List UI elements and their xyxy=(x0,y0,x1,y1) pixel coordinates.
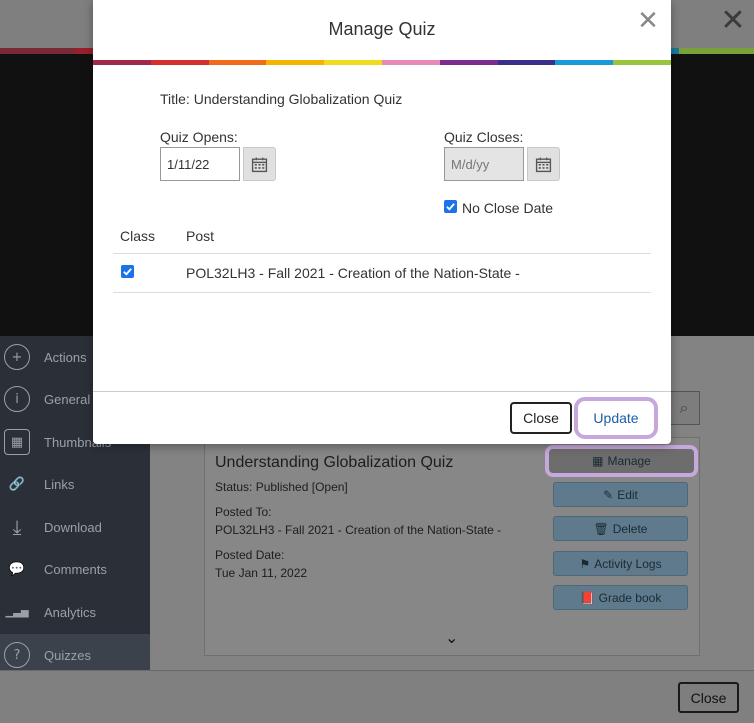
no-close-date-label: No Close Date xyxy=(462,200,554,216)
status-label: Status: xyxy=(215,480,253,494)
sidebar-item-label: Links xyxy=(44,476,75,492)
posted-to-label: Posted To: xyxy=(215,505,272,519)
analytics-icon: ▁▃▅ xyxy=(5,606,29,618)
footer-close-button[interactable]: Close xyxy=(678,682,739,713)
info-icon: i xyxy=(4,386,30,412)
posted-date-label: Posted Date: xyxy=(215,548,285,562)
edit-icon: ✎ xyxy=(603,487,614,502)
stripe-segment xyxy=(555,60,614,65)
close-button[interactable]: Close xyxy=(510,402,572,434)
grade-book-button[interactable]: 📕 Grade book xyxy=(553,585,688,610)
close-icon[interactable]: ✕ xyxy=(634,7,662,35)
plus-icon: + xyxy=(4,344,30,370)
sidebar-item-comments[interactable]: 💬 Comments xyxy=(0,548,150,590)
sidebar-item-label: Download xyxy=(44,519,102,535)
flag-icon: ⚑ xyxy=(579,556,591,571)
stripe-segment xyxy=(439,60,498,65)
quiz-title: Title: Understanding Globalization Quiz xyxy=(160,91,403,107)
stripe-segment xyxy=(497,60,556,65)
comments-icon: 💬 xyxy=(8,561,26,577)
edit-button[interactable]: ✎ Edit xyxy=(553,482,688,507)
delete-button[interactable]: 🗑 Delete xyxy=(553,516,688,541)
thumbnails-icon: ▦ xyxy=(4,429,30,455)
chevron-down-icon[interactable]: ⌄ xyxy=(445,628,458,647)
column-header-class: Class xyxy=(120,228,156,244)
manage-quiz-modal: Manage Quiz ✕ Title: Understanding Globa… xyxy=(93,0,671,444)
calendar-icon: ▦ xyxy=(592,454,604,468)
quiz-opens-label: Quiz Opens: xyxy=(160,129,238,145)
modal-color-stripe xyxy=(93,60,671,65)
quiz-card-title: Understanding Globalization Quiz xyxy=(215,454,454,471)
grade-book-label: Grade book xyxy=(598,590,662,605)
app-close-icon[interactable]: ✕ xyxy=(718,6,748,36)
post-cell: POL32LH3 - Fall 2021 - Creation of the N… xyxy=(186,265,520,281)
sidebar-item-label: Comments xyxy=(44,561,107,577)
sidebar-item-label: Actions xyxy=(44,349,87,365)
search-icon[interactable]: ⌕ xyxy=(668,391,700,425)
posted-to-value: POL32LH3 - Fall 2021 - Creation of the N… xyxy=(215,523,502,537)
quiz-closes-calendar-button[interactable] xyxy=(527,147,560,181)
activity-logs-label: Activity Logs xyxy=(594,556,662,571)
posted-date-value: Tue Jan 11, 2022 xyxy=(215,566,308,580)
stripe-segment xyxy=(381,60,440,65)
quiz-opens-input[interactable]: 1/11/22 xyxy=(160,147,240,181)
sidebar-item-label: Analytics xyxy=(44,604,97,620)
checkmark-icon xyxy=(123,268,132,276)
modal-footer-divider xyxy=(93,391,671,392)
stripe-segment xyxy=(613,60,671,65)
stripe-segment xyxy=(266,60,325,65)
quiz-status: Status: Published [Open] xyxy=(215,480,348,494)
sidebar-item-label: General xyxy=(44,391,91,407)
trash-icon: 🗑 xyxy=(593,521,609,536)
table-divider xyxy=(113,292,651,293)
delete-label: Delete xyxy=(612,521,648,536)
modal-title: Manage Quiz xyxy=(328,19,436,39)
stripe-segment xyxy=(93,60,151,65)
class-row-checkbox[interactable] xyxy=(121,265,134,278)
book-icon: 📕 xyxy=(579,590,595,605)
activity-logs-button[interactable]: ⚑ Activity Logs xyxy=(553,551,688,576)
sidebar-item-links[interactable]: 🔗 Links xyxy=(0,463,150,505)
stripe-segment xyxy=(324,60,382,65)
edit-label: Edit xyxy=(617,487,638,502)
page-footer xyxy=(0,670,754,723)
question-icon: ? xyxy=(4,642,30,668)
stripe-segment xyxy=(150,60,209,65)
sidebar-item-analytics[interactable]: ▁▃▅ Analytics xyxy=(0,591,150,633)
status-value: Published [Open] xyxy=(255,480,348,494)
quiz-opens-calendar-button[interactable] xyxy=(243,147,276,181)
sidebar-item-label: Quizzes xyxy=(44,647,91,663)
table-divider xyxy=(113,253,651,254)
manage-button[interactable]: ▦ Manage xyxy=(545,445,698,477)
checkmark-icon xyxy=(446,203,455,211)
quiz-card: Understanding Globalization Quiz Status:… xyxy=(204,437,700,656)
sidebar-item-download[interactable]: ⤓ Download xyxy=(0,506,150,548)
calendar-icon xyxy=(535,157,552,172)
column-header-post: Post xyxy=(186,228,215,244)
no-close-date-checkbox[interactable] xyxy=(444,200,457,213)
stripe-segment xyxy=(208,60,267,65)
update-button[interactable]: Update xyxy=(574,397,658,439)
link-icon: 🔗 xyxy=(8,476,26,492)
manage-label: Manage xyxy=(607,454,651,468)
calendar-icon xyxy=(251,157,268,172)
download-icon: ⤓ xyxy=(12,515,22,539)
quiz-closes-input[interactable]: M/d/yy xyxy=(444,147,524,181)
quiz-closes-label: Quiz Closes: xyxy=(444,129,524,145)
